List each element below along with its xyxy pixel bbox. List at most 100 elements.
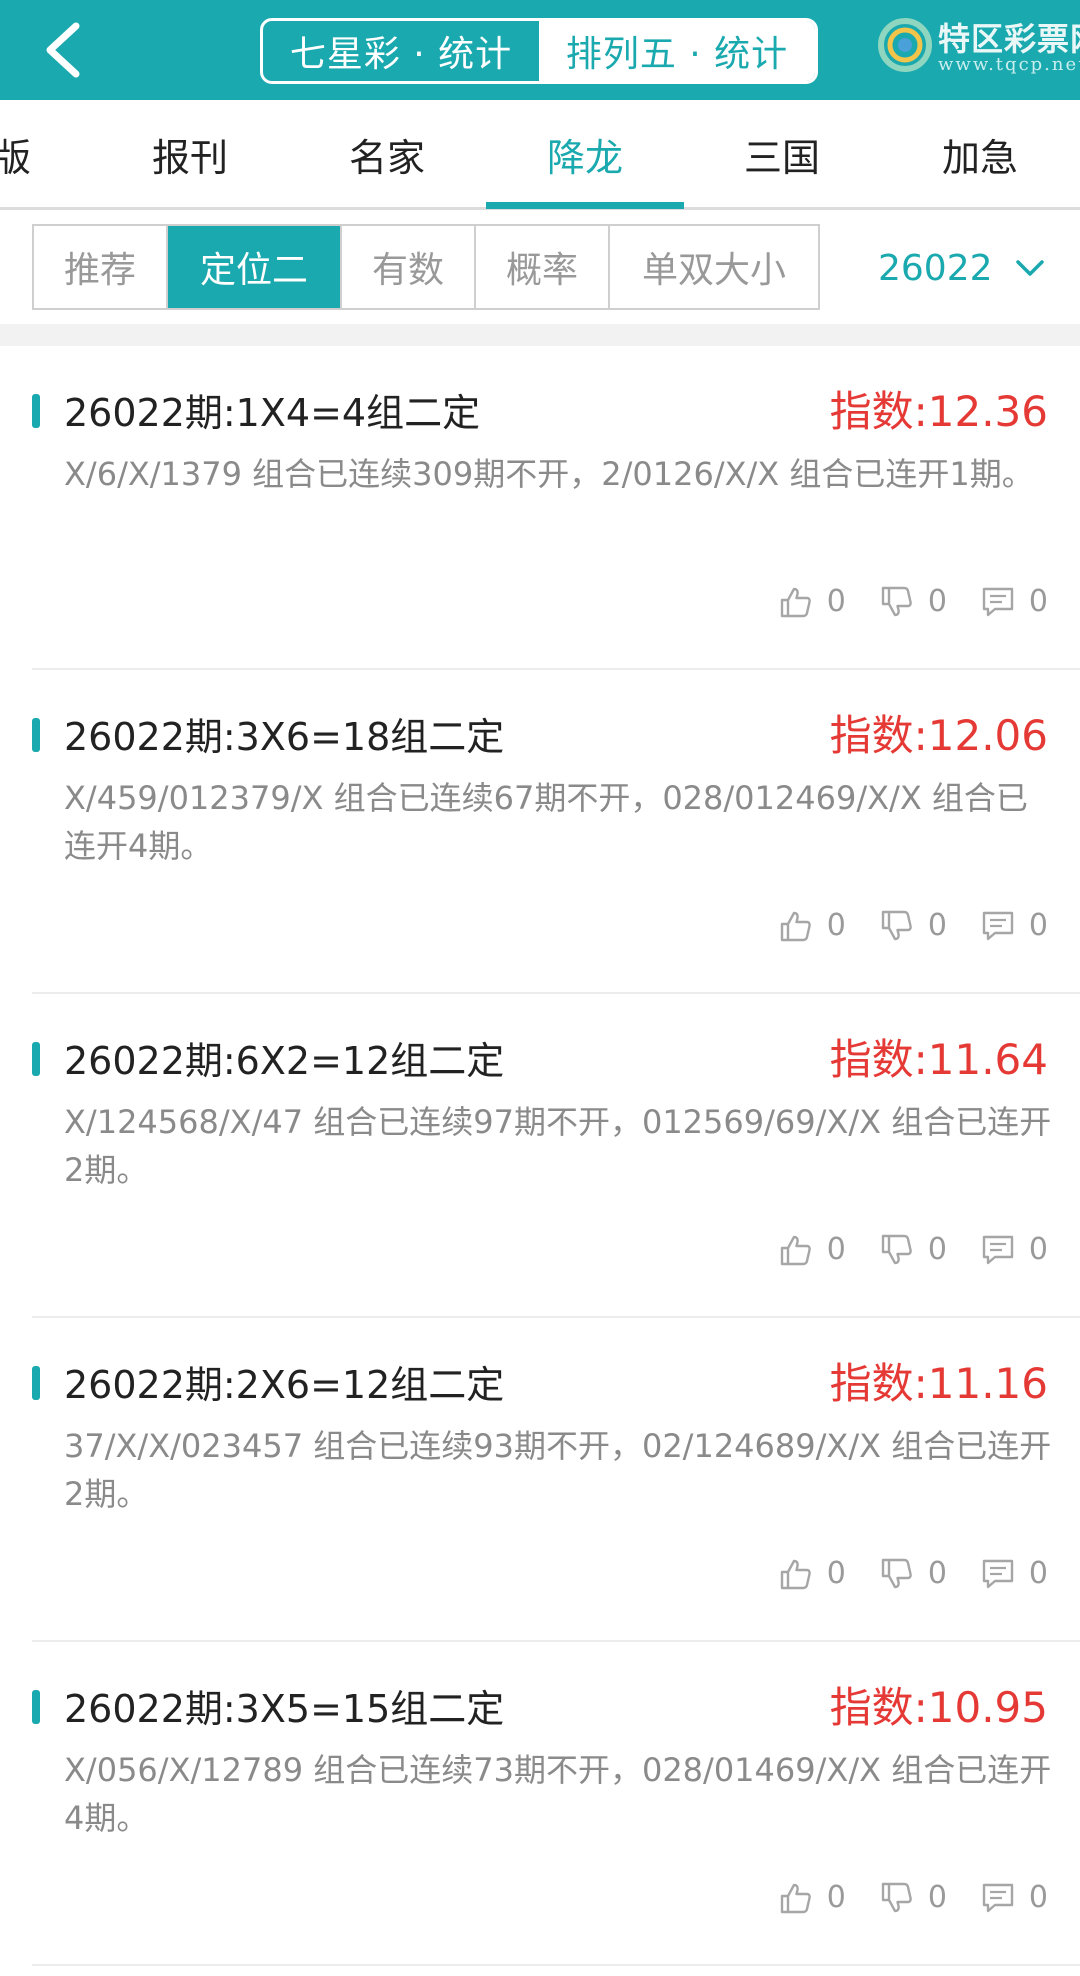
thumbs-down-icon xyxy=(881,586,912,616)
segment-pailiewu-stats[interactable]: 排列五 · 统计 xyxy=(539,21,815,81)
dislike-count: 0 xyxy=(927,1556,947,1591)
active-tab-indicator xyxy=(486,202,684,209)
item-marker xyxy=(32,718,40,752)
section-divider xyxy=(0,324,1080,346)
comment-count: 0 xyxy=(1028,1880,1048,1915)
tab-mingjia[interactable]: 名家 xyxy=(289,100,485,208)
back-button[interactable] xyxy=(30,18,94,82)
like-count: 0 xyxy=(826,1556,846,1591)
item-index: 指数:10.95 xyxy=(829,1683,1048,1732)
item-index: 指数:12.06 xyxy=(829,711,1048,760)
comment-button[interactable]: 0 xyxy=(981,1232,1048,1267)
item-description: X/124568/X/47 组合已连续97期不开，012569/69/X/X 组… xyxy=(64,1103,1052,1189)
list-item[interactable]: 26022期:1X4=4组二定 指数:12.36 X/6/X/1379 组合已连… xyxy=(0,346,1080,670)
item-actions: 0 0 0 xyxy=(779,1232,1048,1267)
chevron-down-icon xyxy=(1015,260,1044,276)
filter-youshu[interactable]: 有数 xyxy=(342,226,476,308)
comment-icon xyxy=(982,911,1014,940)
tab-jiaji[interactable]: 加急 xyxy=(882,100,1078,208)
dislike-count: 0 xyxy=(927,1232,947,1267)
item-marker xyxy=(32,1042,40,1076)
app-header: 七星彩 · 统计 排列五 · 统计 特区彩票网 www.tqcp.net xyxy=(0,0,1080,100)
dislike-button[interactable]: 0 xyxy=(880,1880,947,1915)
like-button[interactable]: 0 xyxy=(779,1556,846,1591)
item-title: 26022期:2X6=12组二定 xyxy=(64,1363,505,1407)
comment-count: 0 xyxy=(1028,908,1048,943)
item-index: 指数:11.16 xyxy=(829,1359,1048,1408)
comment-button[interactable]: 0 xyxy=(981,1556,1048,1591)
item-title: 26022期:6X2=12组二定 xyxy=(64,1039,505,1083)
item-description: X/056/X/12789 组合已连续73期不开，028/01469/X/X 组… xyxy=(64,1751,1052,1837)
item-index: 指数:11.64 xyxy=(829,1035,1048,1084)
comment-button[interactable]: 0 xyxy=(981,908,1048,943)
list-item[interactable]: 26022期:3X6=18组二定 指数:12.06 X/459/012379/X… xyxy=(0,670,1080,994)
dislike-button[interactable]: 0 xyxy=(880,1232,947,1267)
lottery-segment-control: 七星彩 · 统计 排列五 · 统计 xyxy=(260,18,818,84)
chevron-left-icon xyxy=(46,22,80,78)
comment-icon xyxy=(982,1235,1014,1264)
filter-gailv[interactable]: 概率 xyxy=(476,226,610,308)
tab-baokan[interactable]: 报刊 xyxy=(92,100,288,208)
item-title: 26022期:3X5=15组二定 xyxy=(64,1687,505,1731)
dislike-count: 0 xyxy=(927,1880,947,1915)
item-divider xyxy=(32,1964,1080,1966)
like-button[interactable]: 0 xyxy=(779,1880,846,1915)
like-button[interactable]: 0 xyxy=(779,584,846,619)
like-count: 0 xyxy=(826,1880,846,1915)
thumbs-down-icon xyxy=(881,1234,912,1264)
filter-bar: 推荐 定位二 有数 概率 单双大小 xyxy=(32,224,820,310)
like-button[interactable]: 0 xyxy=(779,1232,846,1267)
tab-sanguo[interactable]: 三国 xyxy=(684,100,880,208)
item-actions: 0 0 0 xyxy=(779,584,1048,619)
comment-count: 0 xyxy=(1028,584,1048,619)
item-marker xyxy=(32,1690,40,1724)
list-item[interactable]: 26022期:3X5=15组二定 指数:10.95 X/056/X/12789 … xyxy=(0,1642,1080,1966)
item-index: 指数:12.36 xyxy=(829,387,1048,436)
list-item[interactable]: 26022期:2X6=12组二定 指数:11.16 37/X/X/023457 … xyxy=(0,1318,1080,1642)
thumbs-down-icon xyxy=(881,1882,912,1912)
like-count: 0 xyxy=(826,1232,846,1267)
thumbs-up-icon xyxy=(780,1559,811,1589)
item-actions: 0 0 0 xyxy=(779,908,1048,943)
dislike-button[interactable]: 0 xyxy=(880,908,947,943)
comment-count: 0 xyxy=(1028,1556,1048,1591)
tab-xianglong[interactable]: 降龙 xyxy=(487,100,683,208)
dislike-button[interactable]: 0 xyxy=(880,1556,947,1591)
like-button[interactable]: 0 xyxy=(779,908,846,943)
filter-dingweier[interactable]: 定位二 xyxy=(168,226,342,308)
dislike-count: 0 xyxy=(927,584,947,619)
segment-qixingcai-stats[interactable]: 七星彩 · 统计 xyxy=(263,21,539,81)
filter-tuijian[interactable]: 推荐 xyxy=(34,226,168,308)
item-description: 37/X/X/023457 组合已连续93期不开，02/124689/X/X 组… xyxy=(64,1427,1052,1513)
prediction-list: 26022期:1X4=4组二定 指数:12.36 X/6/X/1379 组合已连… xyxy=(0,346,1080,1966)
item-marker xyxy=(32,1366,40,1400)
thumbs-down-icon xyxy=(881,1558,912,1588)
dislike-button[interactable]: 0 xyxy=(880,584,947,619)
comment-count: 0 xyxy=(1028,1232,1048,1267)
list-item[interactable]: 26022期:6X2=12组二定 指数:11.64 X/124568/X/47 … xyxy=(0,994,1080,1318)
swirl-logo-icon xyxy=(878,18,932,72)
comment-button[interactable]: 0 xyxy=(981,1880,1048,1915)
thumbs-up-icon xyxy=(780,587,811,617)
item-actions: 0 0 0 xyxy=(779,1880,1048,1915)
filter-danshuang-daxiao[interactable]: 单双大小 xyxy=(610,226,818,308)
thumbs-up-icon xyxy=(780,1883,811,1913)
item-title: 26022期:1X4=4组二定 xyxy=(64,391,481,435)
comment-icon xyxy=(982,1559,1014,1588)
period-select[interactable]: 26022 xyxy=(878,236,1045,300)
item-title: 26022期:3X6=18组二定 xyxy=(64,715,505,759)
item-actions: 0 0 0 xyxy=(779,1556,1048,1591)
item-marker xyxy=(32,394,40,428)
thumbs-up-icon xyxy=(780,1235,811,1265)
comment-button[interactable]: 0 xyxy=(981,584,1048,619)
like-count: 0 xyxy=(826,908,846,943)
item-description: X/459/012379/X 组合已连续67期不开，028/012469/X/X… xyxy=(64,779,1028,865)
comment-icon xyxy=(982,587,1014,616)
thumbs-up-icon xyxy=(780,911,811,941)
like-count: 0 xyxy=(826,584,846,619)
item-description: X/6/X/1379 组合已连续309期不开，2/0126/X/X 组合已连开1… xyxy=(64,455,1034,493)
thumbs-down-icon xyxy=(881,910,912,940)
period-value: 26022 xyxy=(878,247,993,289)
logo-subtitle: www.tqcp.net xyxy=(938,54,1080,75)
dislike-count: 0 xyxy=(927,908,947,943)
